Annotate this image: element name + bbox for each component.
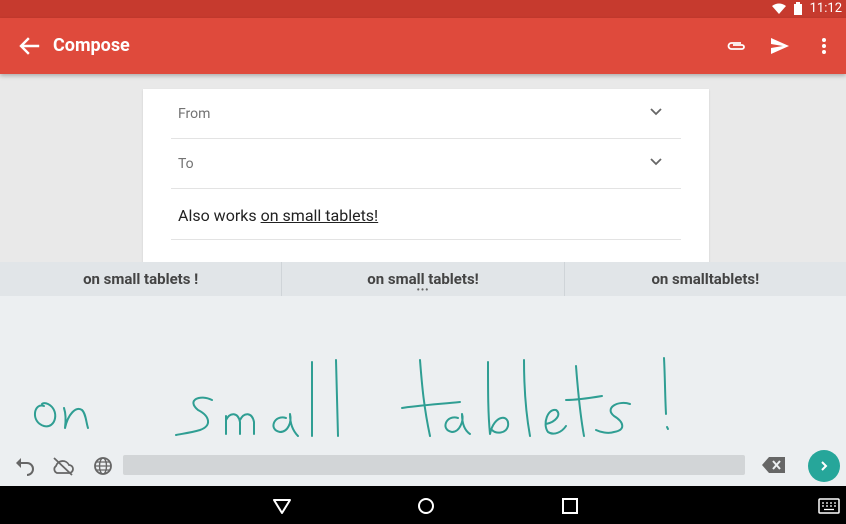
recents-square-icon[interactable] bbox=[560, 496, 580, 516]
suggestion-2[interactable]: on small tablets! ••• bbox=[281, 262, 563, 296]
more-suggestions-dots: ••• bbox=[416, 286, 430, 296]
attach-button[interactable] bbox=[724, 32, 748, 60]
send-icon bbox=[771, 38, 789, 54]
keyboard-icon[interactable] bbox=[818, 498, 840, 514]
backspace-icon[interactable] bbox=[762, 456, 786, 474]
next-button[interactable] bbox=[808, 450, 840, 482]
globe-icon[interactable] bbox=[91, 455, 115, 477]
overflow-menu-icon bbox=[822, 38, 826, 54]
send-button[interactable] bbox=[768, 32, 792, 60]
chevron-down-icon[interactable] bbox=[649, 155, 663, 169]
composing-text: on small tablets! bbox=[260, 206, 379, 225]
to-label: To bbox=[178, 156, 194, 172]
cloud-off-icon[interactable] bbox=[51, 455, 75, 477]
status-time: 11:12 bbox=[809, 1, 842, 16]
nav-bar bbox=[0, 486, 846, 524]
from-label: From bbox=[178, 106, 211, 122]
keyboard-toolbar bbox=[0, 448, 846, 486]
body-field[interactable]: Also works on small tablets! bbox=[171, 190, 681, 240]
status-bar: 11:12 bbox=[0, 0, 846, 18]
suggestion-bar: on small tablets ! on small tablets! •••… bbox=[0, 262, 846, 296]
back-arrow-icon[interactable] bbox=[16, 34, 42, 58]
page-title: Compose bbox=[53, 35, 130, 56]
body-text: Also works on small tablets! bbox=[178, 206, 378, 225]
suggestion-3[interactable]: on smalltablets! bbox=[563, 262, 846, 296]
wifi-icon bbox=[771, 3, 786, 14]
undo-icon[interactable] bbox=[13, 455, 37, 477]
battery-icon bbox=[793, 2, 802, 15]
home-circle-icon[interactable] bbox=[416, 496, 436, 516]
app-bar: Compose bbox=[0, 18, 846, 74]
paperclip-icon bbox=[727, 42, 745, 50]
compose-card: From To Also works on small tablets! bbox=[143, 89, 709, 265]
overflow-menu-button[interactable] bbox=[812, 32, 836, 60]
handwriting-spacebar[interactable] bbox=[123, 455, 745, 475]
chevron-down-icon[interactable] bbox=[649, 105, 663, 119]
to-field[interactable]: To bbox=[171, 139, 681, 189]
status-icons: 11:12 bbox=[771, 1, 842, 16]
from-field[interactable]: From bbox=[171, 89, 681, 139]
body-text-prefix: Also works bbox=[178, 206, 261, 225]
app-actions bbox=[724, 32, 836, 60]
suggestion-1[interactable]: on small tablets ! bbox=[0, 262, 281, 296]
back-triangle-icon[interactable] bbox=[272, 496, 292, 516]
next-arrow-icon bbox=[821, 461, 828, 471]
